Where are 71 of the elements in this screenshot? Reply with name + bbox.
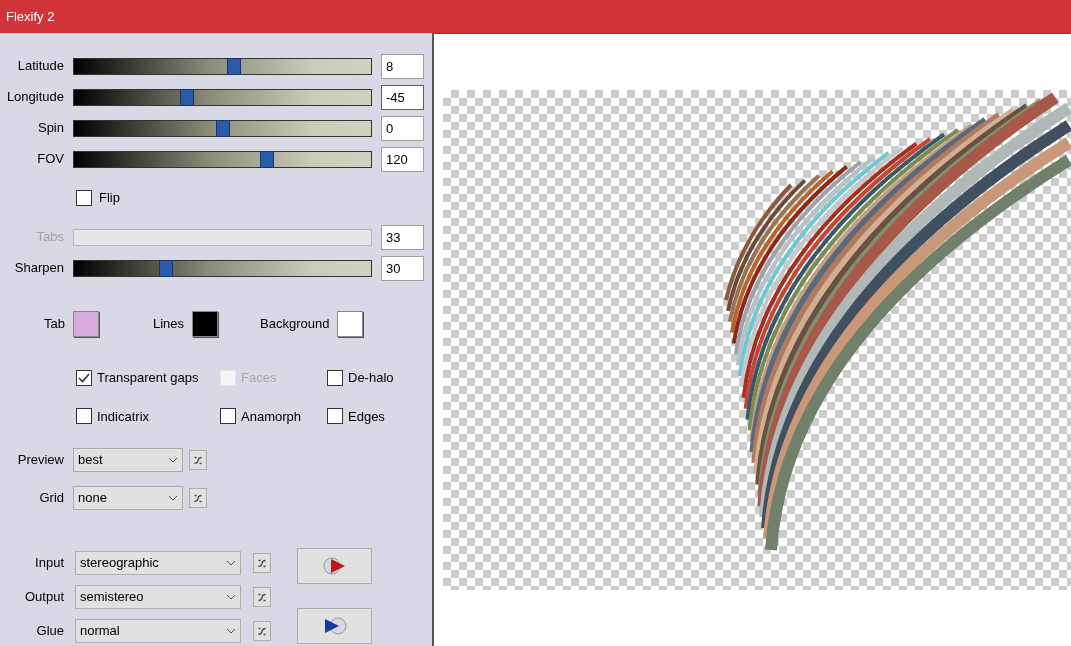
checkbox-label: De-halo <box>348 369 394 387</box>
slider-thumb[interactable] <box>260 150 274 168</box>
checkbox[interactable] <box>327 369 343 386</box>
swap-button[interactable] <box>253 587 271 607</box>
checkbox[interactable] <box>220 408 236 425</box>
play-button[interactable] <box>297 548 372 584</box>
swap-button[interactable] <box>253 553 271 573</box>
slider-thumb[interactable] <box>216 119 230 137</box>
checkbox-label: Anamorph <box>241 407 301 426</box>
dropdown[interactable]: best <box>73 448 183 472</box>
chevron-down-icon <box>168 495 178 501</box>
checkbox[interactable] <box>327 408 343 425</box>
chevron-down-icon <box>226 560 236 566</box>
s-curve-icon <box>258 592 266 602</box>
disc-arrow-icon <box>322 556 347 576</box>
slider-label: Latitude <box>16 57 64 76</box>
checkbox-label: Indicatrix <box>97 407 150 426</box>
play-button[interactable] <box>297 608 372 644</box>
dropdown[interactable]: none <box>73 486 183 510</box>
checkbox[interactable] <box>76 408 92 425</box>
value-field[interactable]: -45 <box>381 84 424 110</box>
value-field[interactable]: 0 <box>381 115 424 141</box>
select-label: Grid <box>38 489 64 508</box>
slider-label: Tabs <box>35 228 64 247</box>
slider-track[interactable] <box>73 150 372 168</box>
s-curve-icon <box>194 455 202 465</box>
chevron-down-icon <box>226 594 236 600</box>
slider-thumb[interactable] <box>227 57 241 75</box>
color-swatch[interactable] <box>72 311 99 337</box>
s-curve-icon <box>194 493 202 503</box>
dropdown[interactable]: stereographic <box>75 551 241 575</box>
dropdown[interactable]: normal <box>75 619 241 643</box>
window-title: Flexify 2 <box>6 7 55 26</box>
slider-label: FOV <box>36 150 64 169</box>
checkbox-label: Edges <box>348 407 385 426</box>
checkbox-label: Transparent gaps <box>97 369 199 387</box>
swap-button[interactable] <box>189 488 207 508</box>
select-label: Preview <box>16 451 64 470</box>
value-field[interactable]: 8 <box>381 53 424 79</box>
color-label: Background <box>260 315 330 334</box>
swap-button[interactable] <box>189 450 207 470</box>
select-label: Input <box>34 554 64 573</box>
slider-thumb[interactable] <box>180 88 194 106</box>
slider-label: Longitude <box>5 88 64 107</box>
slider-track[interactable] <box>73 259 372 277</box>
color-swatch[interactable] <box>192 311 219 337</box>
slider-track[interactable] <box>73 119 372 137</box>
checkbox[interactable] <box>76 190 92 206</box>
value-field[interactable]: 30 <box>381 255 424 281</box>
disc-arrow-icon <box>322 616 347 636</box>
slider-track[interactable] <box>73 228 372 246</box>
s-curve-icon <box>258 558 266 568</box>
checkbox-label: Flip <box>99 189 120 208</box>
s-curve-icon <box>258 626 266 636</box>
slider-track[interactable] <box>73 57 372 75</box>
dropdown[interactable]: semistereo <box>75 585 241 609</box>
chevron-down-icon <box>168 457 178 463</box>
select-label: Output <box>23 588 64 607</box>
checkbox-label: Faces <box>241 369 277 387</box>
slider-label: Spin <box>36 119 64 138</box>
select-label: Glue <box>35 622 64 641</box>
slider-thumb[interactable] <box>159 259 173 277</box>
value-field[interactable]: 120 <box>381 146 424 172</box>
chevron-down-icon <box>226 628 236 634</box>
checkbox[interactable] <box>76 369 92 386</box>
color-label: Tab <box>44 315 65 334</box>
slider-track[interactable] <box>73 88 372 106</box>
color-swatch[interactable] <box>337 311 364 337</box>
slider-label: Sharpen <box>13 259 64 278</box>
color-label: Lines <box>152 315 185 334</box>
swap-button[interactable] <box>253 621 271 641</box>
